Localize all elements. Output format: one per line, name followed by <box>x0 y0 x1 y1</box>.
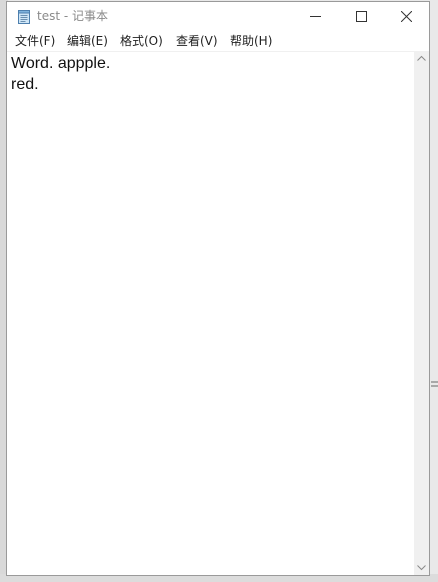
minimize-icon <box>310 16 321 17</box>
title-bar[interactable]: test - 记事本 <box>7 2 429 31</box>
background-window-fragment <box>431 373 438 387</box>
window-title: test - 记事本 <box>37 9 109 23</box>
editor-line: Word. appple. <box>11 55 111 72</box>
scroll-up-button[interactable] <box>414 51 429 66</box>
menu-format[interactable]: 格式(O) <box>118 33 165 49</box>
notepad-window: test - 记事本 文件(F) 编辑(E) 格式(O) 查看(V) 帮助(H)… <box>6 1 430 576</box>
menu-bar: 文件(F) 编辑(E) 格式(O) 查看(V) 帮助(H) <box>7 31 429 51</box>
chevron-up-icon <box>417 55 426 61</box>
menu-edit[interactable]: 编辑(E) <box>65 33 110 49</box>
minimize-button[interactable] <box>293 2 339 31</box>
scroll-down-button[interactable] <box>414 560 429 575</box>
maximize-icon <box>356 11 367 22</box>
menu-help[interactable]: 帮助(H) <box>228 33 274 49</box>
text-editor-area[interactable]: Word. appple. red. <box>7 51 414 575</box>
vertical-scrollbar[interactable] <box>414 51 429 575</box>
chevron-down-icon <box>417 565 426 571</box>
close-icon <box>401 11 412 22</box>
close-button[interactable] <box>384 2 430 31</box>
editor-line: red. <box>11 76 39 93</box>
menu-view[interactable]: 查看(V) <box>174 33 220 49</box>
menu-file[interactable]: 文件(F) <box>13 33 57 49</box>
maximize-button[interactable] <box>339 2 385 31</box>
notepad-icon[interactable] <box>17 9 31 24</box>
